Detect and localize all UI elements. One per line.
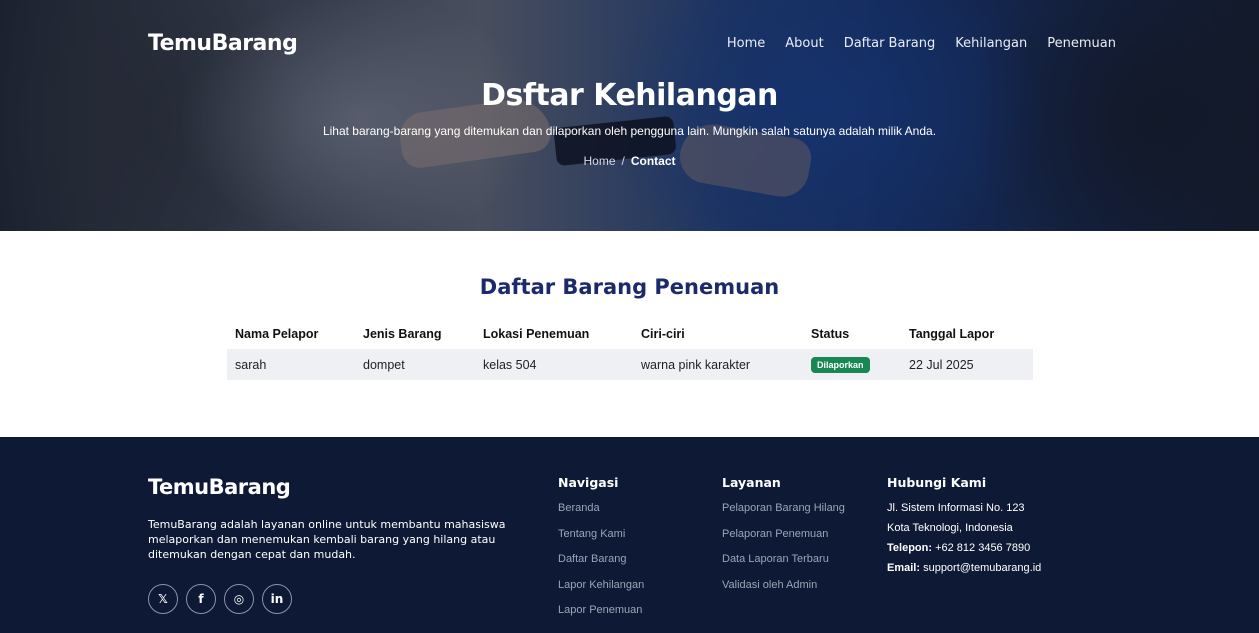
footer: TemuBarang TemuBarang adalah layanan onl… xyxy=(0,437,1259,633)
footer-link-data-laporan-terbaru[interactable]: Data Laporan Terbaru xyxy=(722,553,845,579)
instagram-icon[interactable]: ◎ xyxy=(224,584,254,614)
social-links: 𝕏 f ◎ in xyxy=(148,584,292,614)
contact-phone: Telepon: +62 812 3456 7890 xyxy=(887,542,1041,562)
breadcrumb-current: Contact xyxy=(630,154,676,168)
footer-col-layanan: Layanan Pelaporan Barang Hilang Pelapora… xyxy=(722,475,845,604)
navbar: TemuBarang Home About Daftar Barang Kehi… xyxy=(148,28,1116,58)
footer-brand[interactable]: TemuBarang xyxy=(148,475,291,499)
breadcrumb: Home / Contact xyxy=(0,154,1259,168)
col-header-nama-pelapor: Nama Pelapor xyxy=(235,327,319,341)
nav-link-daftar-barang[interactable]: Daftar Barang xyxy=(844,36,936,51)
footer-link-lapor-kehilangan[interactable]: Lapor Kehilangan xyxy=(558,579,644,605)
footer-link-pelaporan-penemuan[interactable]: Pelaporan Penemuan xyxy=(722,528,845,554)
contact-phone-value[interactable]: +62 812 3456 7890 xyxy=(935,542,1030,554)
contact-phone-label: Telepon: xyxy=(887,542,933,554)
contact-address-line1: Jl. Sistem Informasi No. 123 xyxy=(887,502,1025,514)
status-badge: Dilaporkan xyxy=(811,356,870,373)
footer-link-beranda[interactable]: Beranda xyxy=(558,502,644,528)
x-twitter-icon[interactable]: 𝕏 xyxy=(148,584,178,614)
brand-logo[interactable]: TemuBarang xyxy=(148,31,298,56)
nav-link-penemuan[interactable]: Penemuan xyxy=(1047,36,1116,51)
footer-link-pelaporan-barang-hilang[interactable]: Pelaporan Barang Hilang xyxy=(722,502,845,528)
footer-heading-kontak: Hubungi Kami xyxy=(887,475,987,490)
contact-email-label: Email: xyxy=(887,562,921,574)
page-title: Dsftar Kehilangan xyxy=(481,78,778,113)
cell-tanggal-lapor: 22 Jul 2025 xyxy=(901,349,1033,380)
main-content: Daftar Barang Penemuan Nama Pelapor Jeni… xyxy=(0,231,1259,437)
col-header-tanggal-lapor: Tanggal Lapor xyxy=(909,327,995,341)
footer-link-daftar-barang[interactable]: Daftar Barang xyxy=(558,553,644,579)
section-title: Daftar Barang Penemuan xyxy=(479,275,780,299)
report-table: Nama Pelapor Jenis Barang Lokasi Penemua… xyxy=(227,319,1033,380)
cell-jenis-barang: dompet xyxy=(355,349,475,380)
page-subtitle: Lihat barang-barang yang ditemukan dan d… xyxy=(322,124,937,138)
table-row: sarah dompet kelas 504 warna pink karakt… xyxy=(227,349,1033,380)
col-header-jenis-barang: Jenis Barang xyxy=(363,327,442,341)
nav-link-kehilangan[interactable]: Kehilangan xyxy=(955,36,1027,51)
footer-description: TemuBarang adalah layanan online untuk m… xyxy=(148,518,506,561)
hero-banner: TemuBarang Home About Daftar Barang Kehi… xyxy=(0,0,1259,231)
nav-link-home[interactable]: Home xyxy=(727,36,765,51)
cell-lokasi-penemuan: kelas 504 xyxy=(475,349,633,380)
contact-address-line2: Kota Teknologi, Indonesia xyxy=(887,522,1013,534)
footer-link-validasi-admin[interactable]: Validasi oleh Admin xyxy=(722,579,845,605)
contact-email: Email: support@temubarang.id xyxy=(887,562,1041,582)
linkedin-icon[interactable]: in xyxy=(262,584,292,614)
footer-col-kontak: Hubungi Kami Jl. Sistem Informasi No. 12… xyxy=(887,475,1041,582)
col-header-status: Status xyxy=(811,327,850,341)
footer-heading-navigasi: Navigasi xyxy=(558,475,619,490)
facebook-icon[interactable]: f xyxy=(186,584,216,614)
col-header-ciri-ciri: Ciri-ciri xyxy=(641,327,685,341)
col-header-lokasi-penemuan: Lokasi Penemuan xyxy=(483,327,590,341)
footer-link-tentang-kami[interactable]: Tentang Kami xyxy=(558,528,644,554)
nav-link-about[interactable]: About xyxy=(785,36,823,51)
nav-links: Home About Daftar Barang Kehilangan Pene… xyxy=(707,36,1116,51)
table-header-row: Nama Pelapor Jenis Barang Lokasi Penemua… xyxy=(227,319,1033,349)
cell-status: Dilaporkan xyxy=(803,349,901,380)
footer-col-navigasi: Navigasi Beranda Tentang Kami Daftar Bar… xyxy=(558,475,644,630)
breadcrumb-separator: / xyxy=(621,154,625,168)
cell-ciri-ciri: warna pink karakter xyxy=(633,349,803,380)
cell-nama-pelapor: sarah xyxy=(227,349,355,380)
contact-email-value[interactable]: support@temubarang.id xyxy=(923,562,1041,574)
footer-link-lapor-penemuan[interactable]: Lapor Penemuan xyxy=(558,604,644,630)
breadcrumb-home[interactable]: Home xyxy=(583,154,615,168)
footer-heading-layanan: Layanan xyxy=(722,475,781,490)
